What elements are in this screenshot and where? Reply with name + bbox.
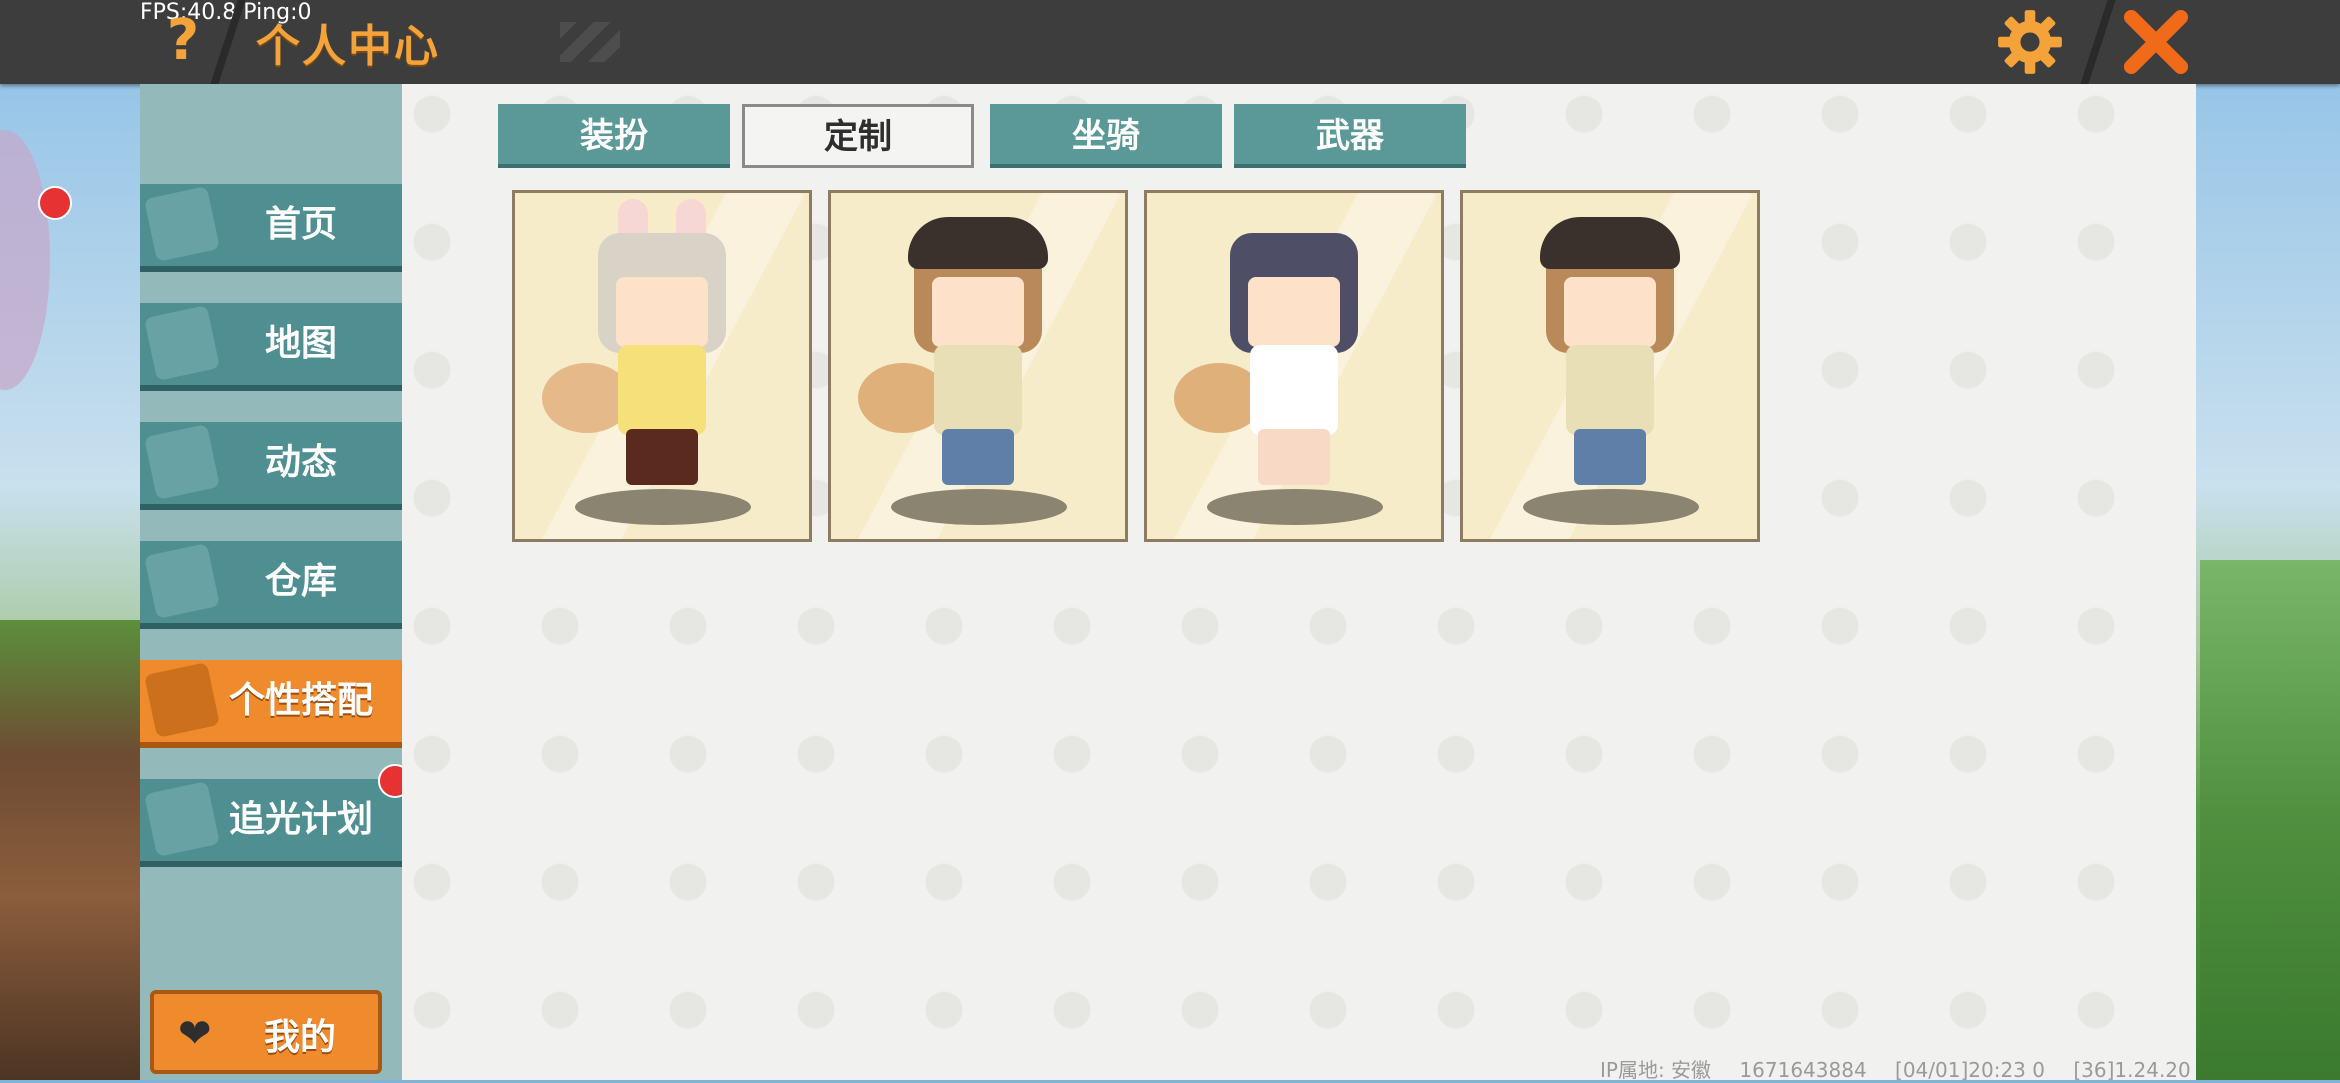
outfit-card[interactable] bbox=[1460, 190, 1760, 542]
sidebar-item-label: 首页 bbox=[264, 204, 337, 245]
outfit-card[interactable] bbox=[828, 190, 1128, 542]
footer-info: IP属地: 安徽 1671643884 [04/01]20:23 0 [36]1… bbox=[1600, 1054, 2213, 1083]
title-stripes bbox=[560, 22, 620, 62]
background-shell bbox=[0, 130, 50, 390]
page-title: 个人中心 bbox=[256, 21, 440, 72]
sidebar-item-label: 仓库 bbox=[264, 561, 337, 602]
sidebar-item-plan[interactable]: 追光计划 bbox=[140, 779, 402, 867]
notification-dot bbox=[38, 186, 72, 220]
card-shadow bbox=[891, 489, 1067, 525]
tab-custom[interactable]: 定制 bbox=[742, 104, 974, 168]
sidebar-item-outfit[interactable]: 个性搭配 bbox=[140, 660, 402, 748]
tab-weapon[interactable]: 武器 bbox=[1234, 104, 1466, 168]
tab-mount[interactable]: 坐骑 bbox=[990, 104, 1222, 168]
sidebar-item-feed[interactable]: 动态 bbox=[140, 422, 402, 510]
ip-location: IP属地: 安徽 bbox=[1600, 1058, 1712, 1082]
sidebar-item-home[interactable]: 首页 bbox=[140, 184, 402, 272]
sidebar-item-label: 追光计划 bbox=[228, 799, 373, 840]
top-bar: FPS:40.8 Ping:0 ? 个人中心 bbox=[0, 0, 2340, 84]
sidebar-item-map[interactable]: 地图 bbox=[140, 303, 402, 391]
card-shadow bbox=[1523, 489, 1699, 525]
close-icon[interactable] bbox=[2120, 6, 2192, 78]
datetime: [04/01]20:23 0 bbox=[1895, 1058, 2045, 1082]
user-id: 1671643884 bbox=[1739, 1058, 1867, 1082]
help-icon[interactable]: ? bbox=[158, 6, 208, 76]
mine-label: 我的 bbox=[264, 1017, 337, 1058]
mine-button[interactable]: ❤ 我的 bbox=[150, 990, 382, 1074]
background-hill bbox=[2200, 560, 2340, 1080]
divider bbox=[2080, 0, 2116, 84]
content-panel: 装扮 定制 坐骑 武器 bbox=[402, 84, 2196, 1080]
heart-icon: ❤ bbox=[178, 1011, 212, 1057]
outfit-card[interactable] bbox=[1144, 190, 1444, 542]
outfit-card[interactable] bbox=[512, 190, 812, 542]
sidebar-item-label: 动态 bbox=[264, 442, 337, 483]
sidebar-item-label: 个性搭配 bbox=[228, 680, 373, 721]
sidebar: 首页 地图 动态 仓库 个性搭配 追光计划 bbox=[140, 84, 402, 1080]
version: [36]1.24.20 bbox=[2073, 1058, 2191, 1082]
gear-icon[interactable] bbox=[1996, 8, 2064, 76]
sidebar-item-label: 地图 bbox=[264, 323, 337, 364]
card-shadow bbox=[1207, 489, 1383, 525]
background-rock bbox=[0, 620, 140, 1080]
card-shadow bbox=[575, 489, 751, 525]
sidebar-item-warehouse[interactable]: 仓库 bbox=[140, 541, 402, 629]
tab-dress-up[interactable]: 装扮 bbox=[498, 104, 730, 168]
